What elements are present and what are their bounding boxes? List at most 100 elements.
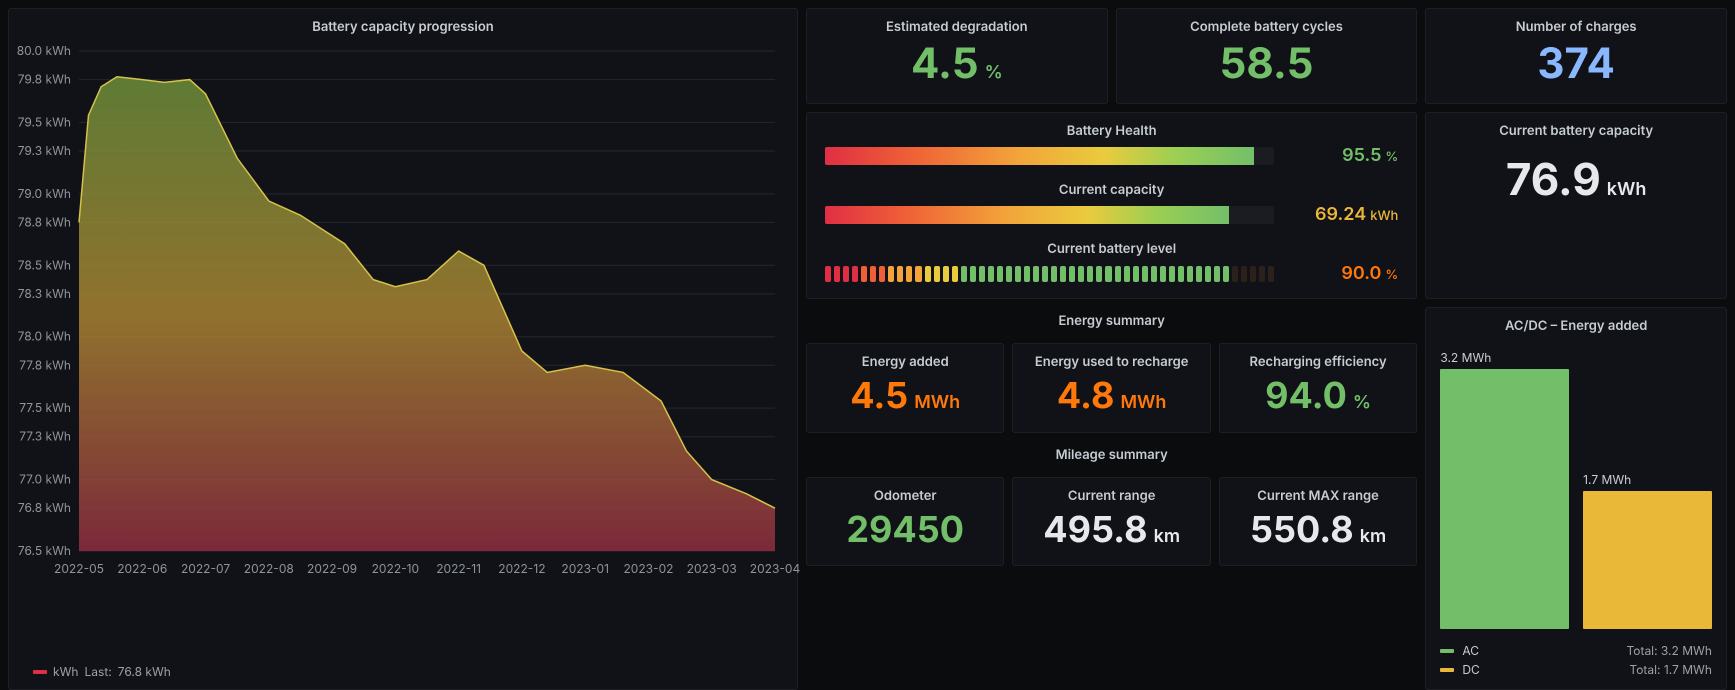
stat-value-wrap: 4.8MWh (1057, 376, 1167, 416)
gauge: 69.24kWh (807, 204, 1416, 225)
stat-cycles[interactable]: Complete battery cycles 58.5 (1116, 8, 1418, 104)
svg-text:2023-01: 2023-01 (561, 561, 609, 576)
gauge-track (825, 206, 1274, 224)
stat-charges[interactable]: Number of charges 374 (1425, 8, 1727, 104)
svg-text:78.5 kWh: 78.5 kWh (18, 257, 71, 272)
svg-text:2023-04: 2023-04 (750, 561, 801, 576)
stat-energy-added[interactable]: Energy added 4.5MWh (806, 343, 1004, 433)
svg-text:78.0 kWh: 78.0 kWh (18, 329, 71, 344)
chart-plot-area[interactable]: 76.5 kWh 76.8 kWh 77.0 kWh 77.3 kWh 77.5 kWh… (9, 41, 797, 660)
stat-efficiency[interactable]: Recharging efficiency 94.0% (1219, 343, 1417, 433)
svg-text:2022-09: 2022-09 (307, 561, 357, 576)
svg-text:76.5 kWh: 76.5 kWh (18, 543, 71, 558)
svg-text:79.8 kWh: 79.8 kWh (18, 72, 71, 87)
stat-value: 4.5 (911, 38, 979, 89)
stat-current-range[interactable]: Current range 495.8km (1012, 477, 1210, 567)
stat-title: Number of charges (1426, 9, 1726, 41)
svg-text:2022-10: 2022-10 (372, 561, 420, 576)
stat-value-wrap: 550.8km (1250, 510, 1386, 550)
stat-title: Energy added (807, 344, 1003, 376)
bar-label: 3.2 MWh (1440, 350, 1491, 365)
legend-swatch (1440, 668, 1454, 672)
stat-degradation[interactable]: Estimated degradation 4.5% (806, 8, 1108, 104)
stat-max-range[interactable]: Current MAX range 550.8km (1219, 477, 1417, 567)
legend-row-ac[interactable]: AC Total: 3.2 MWh (1440, 643, 1712, 658)
gauge-value: 95.5% (1288, 145, 1398, 166)
gauge-value: 69.24kWh (1288, 204, 1398, 225)
svg-text:79.5 kWh: 79.5 kWh (18, 114, 71, 129)
svg-text:2023-02: 2023-02 (623, 561, 673, 576)
svg-text:77.5 kWh: 77.5 kWh (19, 400, 71, 415)
svg-text:2022-08: 2022-08 (244, 561, 294, 576)
right-column: Estimated degradation 4.5% Complete batt… (806, 8, 1727, 690)
bar-dc[interactable]: 1.7 MWh (1583, 472, 1712, 629)
svg-text:77.0 kWh: 77.0 kWh (19, 472, 71, 487)
legend-last-value: 76.8 kWh (118, 664, 171, 679)
legend-row-dc[interactable]: DC Total: 1.7 MWh (1440, 662, 1712, 677)
energy-summary-heading: Energy summary (806, 307, 1417, 335)
bar-rect (1583, 491, 1712, 629)
svg-text:77.3 kWh: 77.3 kWh (19, 429, 71, 444)
svg-text:78.8 kWh: 78.8 kWh (18, 214, 71, 229)
gauge-fill (825, 206, 1229, 224)
stat-unit: % (985, 62, 1003, 83)
stat-current-capacity[interactable]: Current battery capacity 76.9kWh (1425, 112, 1727, 299)
bar-rect (1440, 369, 1569, 629)
gauge-title: Battery Health (807, 113, 1416, 145)
chart-svg: 76.5 kWh76.8 kWh77.0 kWh77.3 kWh77.5 kWh… (79, 41, 785, 581)
svg-text:2022-12: 2022-12 (498, 561, 545, 576)
legend-swatch (1440, 649, 1454, 653)
dashboard: Battery capacity progression 76.5 kWh76.… (0, 0, 1735, 654)
gauge-segments (825, 266, 1274, 282)
stat-value-wrap: 374 (1537, 41, 1615, 87)
gauge-title: Current capacity (807, 166, 1416, 204)
stat-value-wrap: 94.0% (1265, 376, 1371, 416)
svg-text:80.0 kWh: 80.0 kWh (17, 43, 71, 58)
stat-energy-used[interactable]: Energy used to recharge 4.8MWh (1012, 343, 1210, 433)
stat-value-wrap: 4.5MWh (850, 376, 960, 416)
battery-capacity-chart-panel[interactable]: Battery capacity progression 76.5 kWh 76.… (8, 8, 798, 690)
svg-text:2023-03: 2023-03 (687, 561, 737, 576)
legend-name: AC (1462, 643, 1479, 658)
legend-name: DC (1462, 662, 1479, 677)
legend-series-name: kWh (53, 664, 79, 679)
gauge-title: Current battery level (807, 225, 1416, 263)
svg-text:77.8 kWh: 77.8 kWh (19, 357, 71, 372)
acdc-panel[interactable]: AC/DC – Energy added 3.2 MWh1.7 MWh ACTo… (1425, 307, 1727, 690)
energy-row: Energy added 4.5MWh Energy used to recha… (806, 343, 1417, 433)
mileage-row: Odometer 29450 Current range 495.8km Cur… (806, 477, 1417, 567)
svg-text:78.3 kWh: 78.3 kWh (18, 286, 71, 301)
bars-plot: 3.2 MWh 1.7 MWh (1426, 340, 1726, 633)
gauge-fill (825, 147, 1254, 165)
bars-legend[interactable]: AC Total: 3.2 MWh DC Total: 1.7 MWh (1426, 633, 1726, 689)
stat-title: Estimated degradation (807, 9, 1107, 41)
stat-title: Complete battery cycles (1117, 9, 1417, 41)
legend-total-label: Total: 3.2 MWh (1626, 643, 1712, 658)
gauge-battery-health[interactable]: Battery Health 95.5% Current capacity 69… (806, 112, 1417, 299)
svg-text:76.8 kWh: 76.8 kWh (18, 500, 71, 515)
stat-value: 76.9 (1506, 152, 1601, 206)
stat-value-wrap: 58.5 (1220, 41, 1314, 87)
bar-label: 1.7 MWh (1583, 472, 1631, 487)
legend-last-label: Last: (85, 664, 112, 679)
stat-title: Energy used to recharge (1013, 344, 1209, 376)
stat-value-wrap: 495.8km (1043, 510, 1180, 550)
chart-legend[interactable]: kWh Last: 76.8 kWh (9, 660, 797, 689)
legend-total-label: Total: 1.7 MWh (1629, 662, 1712, 677)
stat-value-wrap: 4.5% (911, 41, 1003, 87)
svg-text:2022-05: 2022-05 (54, 561, 104, 576)
stat-title: Odometer (807, 478, 1003, 510)
stat-odometer[interactable]: Odometer 29450 (806, 477, 1004, 567)
gauge-track (825, 147, 1274, 165)
svg-text:2022-06: 2022-06 (117, 561, 167, 576)
mileage-summary-heading: Mileage summary (806, 441, 1417, 469)
gauge: 90.0% (807, 263, 1416, 284)
svg-text:2022-11: 2022-11 (436, 561, 481, 576)
stat-title: Current range (1013, 478, 1209, 510)
bar-ac[interactable]: 3.2 MWh (1440, 350, 1569, 629)
gauge-value: 90.0% (1288, 263, 1398, 284)
stat-title: Current MAX range (1220, 478, 1416, 510)
stat-title: Current battery capacity (1426, 113, 1726, 145)
stat-value-wrap: 29450 (846, 510, 964, 550)
panel-title: Battery capacity progression (9, 9, 797, 41)
